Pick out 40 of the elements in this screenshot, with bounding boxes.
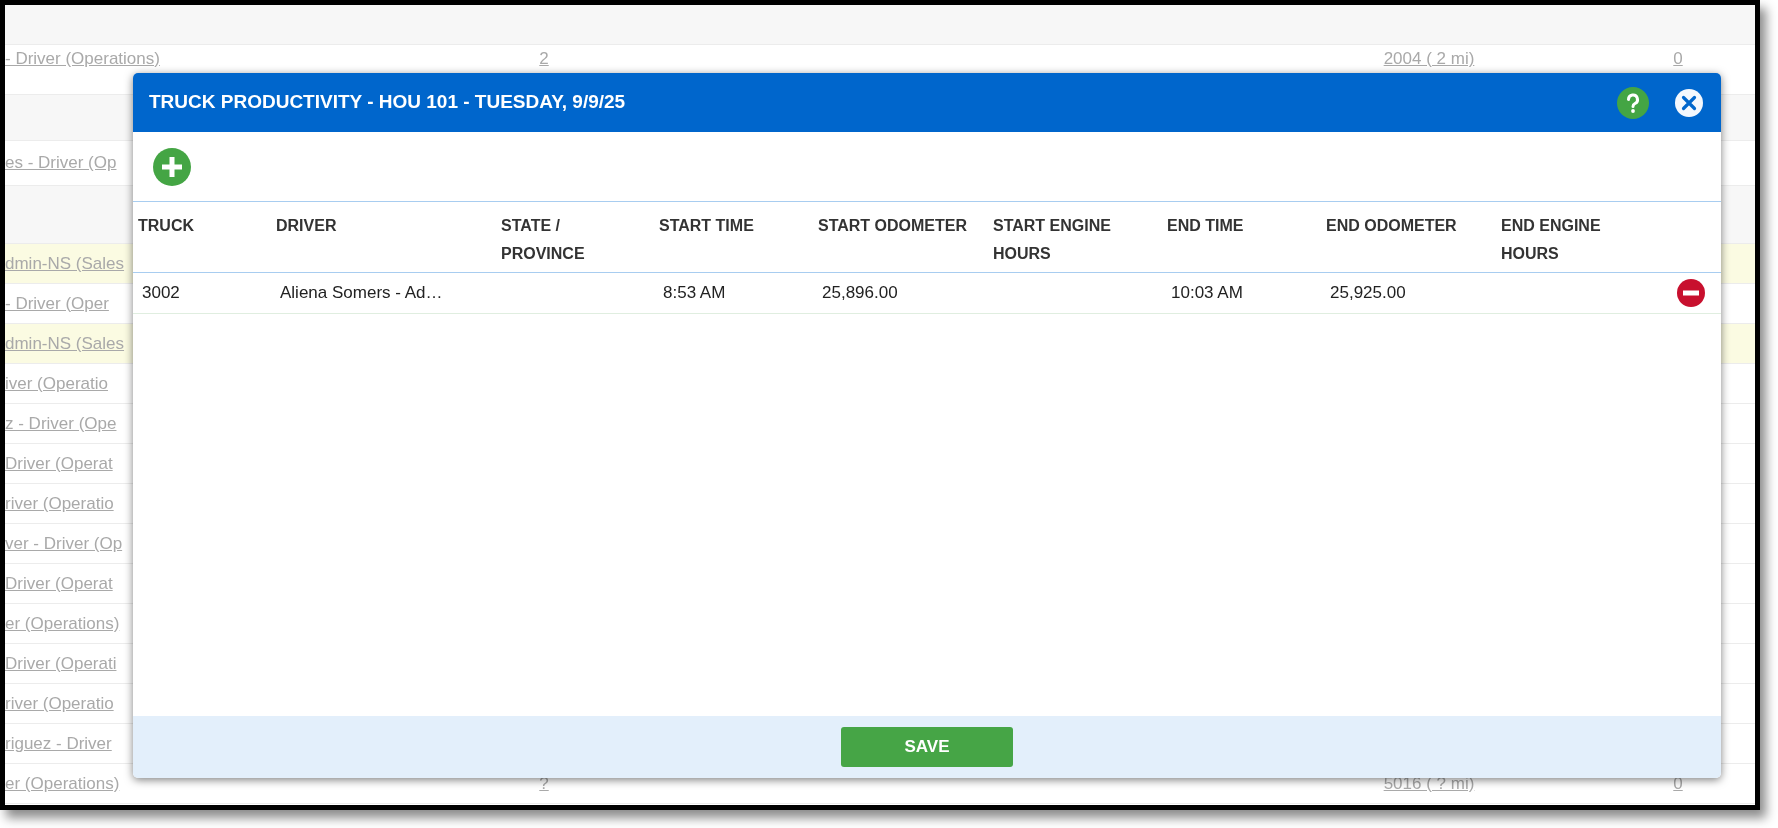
- dialog-title: TRUCK PRODUCTIVITY - HOU 101 - TUESDAY, 9/9/25: [149, 90, 627, 115]
- remove-icon[interactable]: [1677, 279, 1705, 307]
- driver-link[interactable]: er (Operations): [5, 613, 120, 633]
- table-cell: Aliena Somers - Ad…: [280, 283, 443, 303]
- driver-link[interactable]: dmin-NS (Sales: [5, 253, 125, 273]
- column-header: TRUCK: [138, 216, 195, 236]
- column-header: START TIME: [659, 216, 755, 236]
- table-cell: 25,925.00: [1330, 283, 1406, 303]
- odometer-link[interactable]: 2004 ( 2 mi): [1383, 46, 1475, 72]
- table-cell: 10:03 AM: [1171, 283, 1243, 303]
- driver-link[interactable]: Driver (Operat: [5, 573, 113, 593]
- column-header: END ENGINE HOURS: [1501, 216, 1602, 264]
- driver-link[interactable]: Driver (Operat: [5, 453, 113, 473]
- column-header: END ODOMETER: [1326, 216, 1458, 236]
- driver-link[interactable]: river (Operatio: [5, 693, 114, 713]
- close-icon[interactable]: [1675, 88, 1703, 117]
- add-icon[interactable]: [153, 147, 191, 186]
- driver-link[interactable]: iver (Operatio: [5, 373, 108, 393]
- driver-link[interactable]: er (Operations): [5, 773, 120, 793]
- driver-link[interactable]: es - Driver (Op: [5, 153, 117, 173]
- driver-link[interactable]: - Driver (Oper: [5, 293, 109, 313]
- column-header: START ENGINE HOURS: [993, 216, 1112, 264]
- help-icon[interactable]: [1617, 86, 1649, 119]
- driver-link[interactable]: riguez - Driver: [5, 733, 112, 753]
- count-link[interactable]: 0: [1673, 46, 1683, 72]
- driver-link[interactable]: ver - Driver (Op: [5, 533, 123, 553]
- driver-link[interactable]: dmin-NS (Sales: [5, 333, 125, 353]
- driver-link[interactable]: - Driver (Operations): [5, 49, 160, 68]
- table-cell: 25,896.00: [822, 283, 898, 303]
- driver-link[interactable]: river (Operatio: [5, 493, 114, 513]
- column-header: STATE / PROVINCE: [501, 216, 586, 264]
- driver-link[interactable]: Driver (Operati: [5, 653, 117, 673]
- save-button[interactable]: SAVE: [841, 727, 1013, 767]
- driver-link[interactable]: z - Driver (Ope: [5, 413, 117, 433]
- table-cell: 8:53 AM: [663, 283, 726, 303]
- column-header: START ODOMETER: [818, 216, 969, 236]
- column-header: DRIVER: [276, 216, 338, 236]
- table-cell: 3002: [142, 283, 180, 303]
- count-link[interactable]: 2: [539, 46, 549, 72]
- column-header: END TIME: [1167, 216, 1245, 236]
